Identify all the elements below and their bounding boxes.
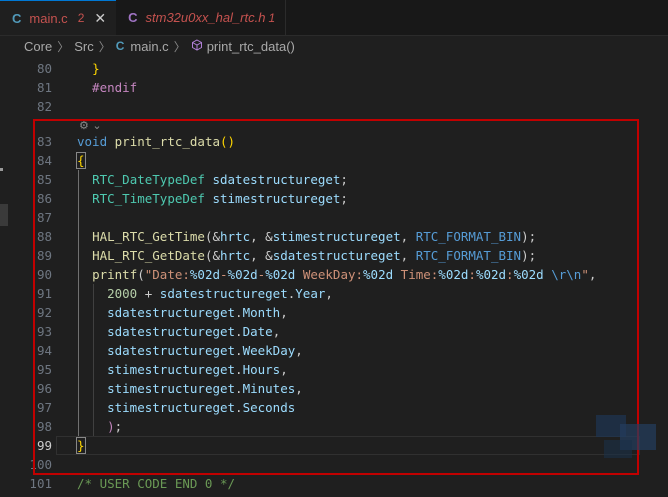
line-number: 101 — [29, 476, 52, 491]
c-file-icon: C — [12, 10, 22, 26]
c-file-icon: C — [128, 10, 138, 25]
line-number: 82 — [36, 99, 52, 114]
problem-count-badge: 2 — [77, 11, 85, 25]
tab-label: stm32u0xx_hal_rtc.h — [145, 10, 266, 25]
tab-main-c[interactable]: C main.c 2 ✕ — [0, 0, 117, 35]
watermark-graphic — [596, 415, 656, 458]
code-token: } — [92, 61, 100, 76]
breadcrumb-item-src[interactable]: Src — [74, 39, 94, 54]
code-text: #endif — [77, 78, 137, 97]
tab-stm32u0xx-hal-rtc-h[interactable]: C stm32u0xx_hal_rtc.h 1 — [116, 0, 287, 35]
highlight-annotation-box — [33, 119, 639, 475]
code-token: #endif — [77, 80, 138, 95]
close-icon[interactable]: ✕ — [94, 10, 106, 27]
chevron-right-icon: 〉 — [98, 39, 111, 54]
line-number: 81 — [36, 80, 52, 95]
c-file-icon: C — [115, 39, 125, 53]
editor-tab-bar: C main.c 2 ✕ C stm32u0xx_hal_rtc.h 1 — [0, 0, 668, 36]
breadcrumb: Core 〉 Src 〉 C main.c 〉 print_rtc_data() — [0, 35, 668, 57]
breadcrumb-item-file[interactable]: main.c — [130, 39, 168, 54]
code-line: 82 — [0, 97, 668, 116]
breadcrumb-item-core[interactable]: Core — [24, 39, 52, 54]
line-number: 80 — [36, 61, 52, 76]
chevron-right-icon: 〉 — [173, 39, 186, 54]
code-line: 80 } — [0, 59, 668, 78]
code-text: } — [77, 59, 100, 78]
code-text: /* USER CODE END 0 */ — [77, 474, 235, 493]
code-token: /* USER CODE END 0 */ — [77, 476, 236, 491]
tab-label: main.c — [29, 10, 68, 26]
code-line: 81 #endif — [0, 78, 668, 97]
breadcrumb-item-symbol[interactable]: print_rtc_data() — [207, 39, 295, 54]
cube-icon — [191, 38, 203, 54]
chevron-right-icon: 〉 — [57, 39, 70, 54]
code-line: 101 /* USER CODE END 0 */ — [0, 474, 668, 493]
problem-count-badge: 1 — [268, 10, 276, 25]
